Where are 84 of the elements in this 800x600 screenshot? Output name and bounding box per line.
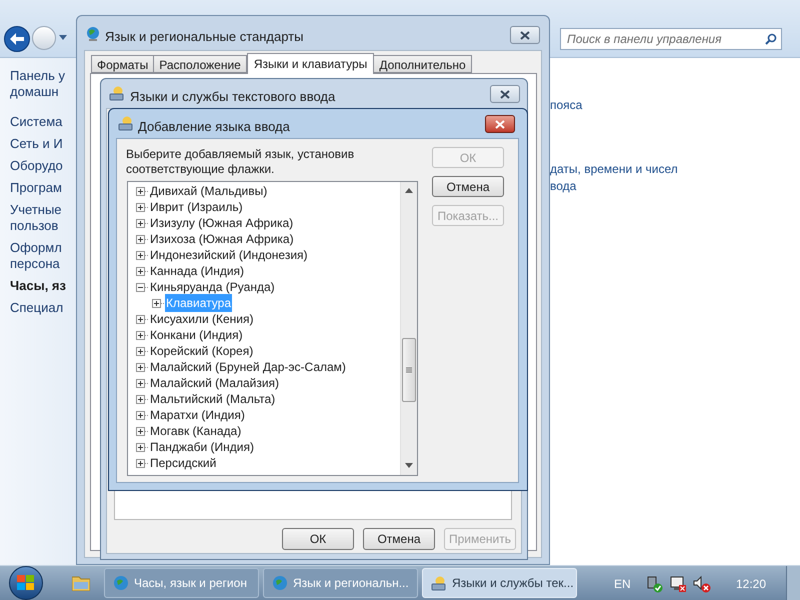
tree-item[interactable]: Киньяруанда (Руанда) xyxy=(149,278,276,296)
expand-icon[interactable] xyxy=(136,394,145,404)
tree-item[interactable]: Каннада (Индия) xyxy=(149,262,246,280)
expand-icon[interactable] xyxy=(136,314,145,324)
muted-speaker-icon[interactable] xyxy=(693,575,711,593)
close-button[interactable] xyxy=(485,115,515,133)
network-icon[interactable] xyxy=(645,575,663,593)
dialog-button[interactable]: ОК xyxy=(282,528,354,550)
tree-item[interactable]: Изихоза (Южная Африка) xyxy=(149,230,295,248)
tree-item[interactable]: Панджаби (Индия) xyxy=(149,438,255,456)
sidebar-item[interactable]: Часы, яз xyxy=(10,278,76,294)
expand-icon[interactable] xyxy=(136,266,145,276)
expand-icon[interactable] xyxy=(136,426,145,436)
close-icon xyxy=(495,120,505,128)
collapse-icon[interactable] xyxy=(136,282,145,292)
tree-item[interactable]: Кисуахили (Кения) xyxy=(149,310,254,328)
keyboard-icon xyxy=(118,115,134,131)
link[interactable]: пояса xyxy=(550,96,582,114)
tree-item[interactable]: Маратхи (Индия) xyxy=(149,406,246,424)
tree-item[interactable]: Изизулу (Южная Африка) xyxy=(149,214,294,232)
window-title: Язык и региональные стандарты xyxy=(105,28,304,46)
globe-icon xyxy=(113,575,129,591)
dialog-button[interactable]: Отмена xyxy=(363,528,435,550)
expand-icon[interactable] xyxy=(136,378,145,388)
tab[interactable]: Дополнительно xyxy=(373,55,472,73)
grip-icon xyxy=(406,367,412,373)
globe-icon xyxy=(272,575,288,591)
close-icon xyxy=(500,90,510,98)
tree-item[interactable]: Индонезийский (Индонезия) xyxy=(149,246,309,264)
link[interactable]: вода xyxy=(550,177,576,195)
tree-item[interactable]: Мальтийский (Мальта) xyxy=(149,390,276,408)
tree-item[interactable]: Дивихай (Мальдивы) xyxy=(149,182,268,200)
expand-icon[interactable] xyxy=(136,442,145,452)
expand-icon[interactable] xyxy=(136,330,145,340)
close-button[interactable] xyxy=(490,85,520,103)
expand-icon[interactable] xyxy=(152,298,161,308)
window-title: Добавление языка ввода xyxy=(138,118,290,136)
sidebar-item[interactable]: Оборудо xyxy=(10,158,76,174)
close-icon xyxy=(520,30,530,40)
tree-item[interactable]: Могавк (Канада) xyxy=(149,422,242,440)
expand-icon[interactable] xyxy=(136,362,145,372)
keyboard-icon xyxy=(431,575,447,591)
expand-icon[interactable] xyxy=(136,218,145,228)
sidebar-item[interactable]: Панель у домашн xyxy=(10,68,76,100)
sidebar-item[interactable]: Специал xyxy=(10,300,76,316)
tree-item[interactable]: Персидский xyxy=(149,454,218,472)
sidebar-item[interactable]: Система xyxy=(10,114,76,130)
scrollbar[interactable] xyxy=(400,182,417,475)
globe-icon xyxy=(86,26,100,42)
tab[interactable]: Языки и клавиатуры xyxy=(246,53,374,74)
tab[interactable]: Форматы xyxy=(91,55,154,73)
connection-error-icon[interactable] xyxy=(669,575,687,593)
expand-icon[interactable] xyxy=(136,346,145,356)
expand-icon[interactable] xyxy=(136,250,145,260)
tree-item[interactable]: Иврит (Израиль) xyxy=(149,198,244,216)
close-button[interactable] xyxy=(510,26,540,44)
tree-item[interactable]: Корейский (Корея) xyxy=(149,342,254,360)
tree-item[interactable]: Малайский (Малайзия) xyxy=(149,374,280,392)
keyboard-icon xyxy=(109,85,125,101)
sidebar-item[interactable]: Програм xyxy=(10,180,76,196)
taskbar-button[interactable]: Языки и службы тек... xyxy=(422,568,577,598)
scroll-down-icon xyxy=(405,463,413,468)
back-arrow-icon xyxy=(10,33,24,45)
windows-logo-icon xyxy=(17,575,35,591)
expand-icon[interactable] xyxy=(136,234,145,244)
search-field[interactable]: Поиск в панели управления xyxy=(560,28,782,50)
instruction-text: Выберите добавляемый язык, установив соответствующие флажки. xyxy=(126,147,356,177)
sidebar-item[interactable]: Учетные пользов xyxy=(10,202,76,234)
tree-item[interactable]: Конкани (Индия) xyxy=(149,326,244,344)
expand-icon[interactable] xyxy=(136,186,145,196)
expand-icon[interactable] xyxy=(136,410,145,420)
sidebar-item[interactable]: Сеть и И xyxy=(10,136,76,152)
dropdown-arrow-icon[interactable] xyxy=(59,35,67,40)
tab[interactable]: Расположение xyxy=(153,55,247,73)
expand-icon[interactable] xyxy=(136,202,145,212)
search-icon xyxy=(765,33,777,45)
expand-icon[interactable] xyxy=(136,458,145,468)
tree-item[interactable]: Малайский (Бруней Дар-эс-Салам) xyxy=(149,358,347,376)
sidebar-item[interactable]: Оформл персона xyxy=(10,240,76,272)
scroll-thumb[interactable] xyxy=(402,338,416,402)
window-title: Языки и службы текстового ввода xyxy=(130,88,336,106)
link[interactable]: даты, времени и чисел xyxy=(550,160,678,178)
scroll-up-icon xyxy=(405,188,413,193)
dialog-button[interactable]: Отмена xyxy=(432,176,504,197)
